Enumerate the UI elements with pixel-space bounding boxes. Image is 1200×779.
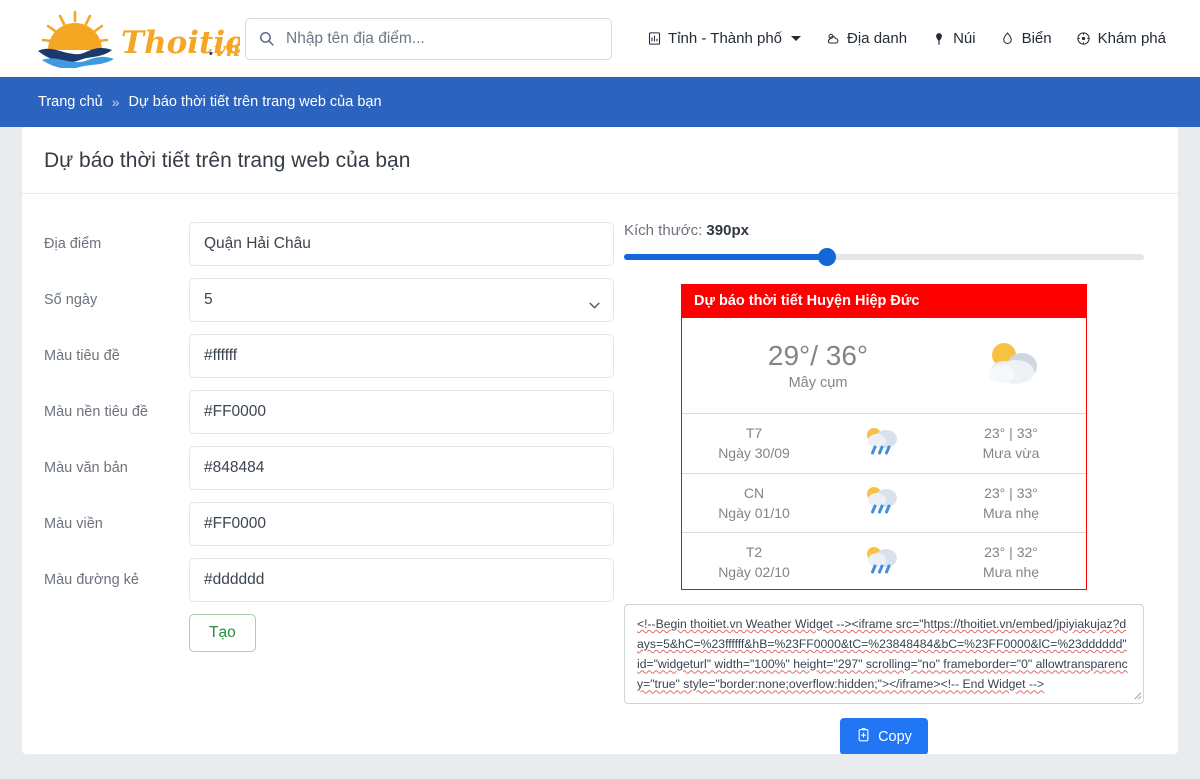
page-title: Dự báo thời tiết trên trang web của bạn (44, 149, 411, 172)
size-slider[interactable] (624, 248, 1144, 266)
nav-label: Khám phá (1097, 30, 1166, 47)
label-line-color: Màu đường kẻ (44, 572, 139, 588)
field-row-title-bg-color: Màu nền tiêu đề (44, 390, 614, 434)
widget-title: Dự báo thời tiết Huyện Hiệp Đức (682, 284, 1086, 318)
forecast-weekday: CN (743, 484, 765, 501)
slider-thumb[interactable] (817, 248, 836, 266)
card-header: Dự báo thời tiết trên trang web của bạn (22, 127, 1178, 194)
site-logo[interactable]: Thoitiet . vn (28, 9, 240, 69)
sun-behind-cloud-icon (989, 343, 1037, 384)
text-color-input[interactable] (189, 446, 614, 490)
nav-label: Tỉnh - Thành phố (668, 30, 783, 47)
label-border-color: Màu viền (44, 516, 103, 532)
copy-button[interactable]: Copy (840, 718, 928, 754)
label-title-bg-color: Màu nền tiêu đề (44, 404, 148, 420)
field-row-days: Số ngày (44, 278, 614, 322)
main-navigation: Tỉnh - Thành phố Địa danh Núi Biển Khám … (634, 19, 1178, 59)
field-row-title-color: Màu tiêu đề (44, 334, 614, 378)
content-card: Dự báo thời tiết trên trang web của bạn … (22, 127, 1178, 754)
nav-label: Biển (1021, 30, 1052, 47)
forecast-row: CN Ngày 01/10 23° | 33° Mưa nhẹ (682, 474, 1086, 534)
search-box[interactable] (245, 17, 612, 60)
forecast-icon-wrap (826, 424, 936, 463)
thoitiet-logo-icon: Thoitiet . vn (38, 10, 240, 68)
compass-icon (1076, 31, 1092, 47)
widget-forecast-list: T7 Ngày 30/09 23° | 33° Mưa vừa CN Ngày … (682, 414, 1086, 589)
title-bg-color-input[interactable] (189, 390, 614, 434)
card-body: Địa điểm Số ngày Màu tiêu đề (22, 194, 1178, 754)
forecast-desc: Mưa nhẹ (982, 564, 1040, 581)
nav-item-landmarks[interactable]: Địa danh (813, 19, 919, 59)
forecast-row: T2 Ngày 02/10 23° | 32° Mưa nhẹ (682, 533, 1086, 589)
sun-cloud-rain-icon (867, 487, 897, 514)
size-value: 390px (706, 222, 749, 239)
title-color-input[interactable] (189, 334, 614, 378)
nav-item-explore[interactable]: Khám phá (1064, 19, 1178, 59)
border-color-input[interactable] (189, 502, 614, 546)
breadcrumb: Trang chủ » Dự báo thời tiết trên trang … (0, 77, 1200, 127)
days-select[interactable] (189, 278, 614, 322)
water-drop-icon (1000, 31, 1016, 47)
weather-widget-preview: Dự báo thời tiết Huyện Hiệp Đức 29°/ 36°… (681, 284, 1087, 590)
cloud-sun-icon (825, 31, 841, 47)
location-input[interactable] (189, 222, 614, 266)
label-location: Địa điểm (44, 236, 102, 252)
nav-item-provinces[interactable]: Tỉnh - Thành phố (634, 19, 813, 59)
embed-code-textarea[interactable]: <!--Begin thoitiet.vn Weather Widget -->… (624, 604, 1144, 704)
nav-item-sea[interactable]: Biển (988, 19, 1064, 59)
forecast-desc: Mưa nhẹ (982, 504, 1040, 521)
sun-cloud-rain-icon (867, 546, 897, 574)
forecast-icon-wrap (826, 543, 936, 582)
top-header-bar: Thoitiet . vn Tỉnh - Thành phố (0, 0, 1200, 77)
current-description: Mây cụm (788, 375, 848, 391)
current-temperature: 29°/ 36° (767, 340, 869, 371)
widget-settings-form: Địa điểm Số ngày Màu tiêu đề (22, 222, 614, 754)
search-icon (258, 30, 275, 47)
copy-button-row: Copy (624, 718, 1144, 754)
chevron-down-icon (791, 36, 802, 41)
forecast-icon-wrap (826, 483, 936, 522)
chart-board-icon (646, 31, 662, 47)
forecast-weekday: T7 (745, 425, 763, 441)
page-wrapper: Dự báo thời tiết trên trang web của bạn … (0, 127, 1200, 779)
label-title-color: Màu tiêu đề (44, 348, 120, 364)
textarea-resize-handle[interactable] (1131, 687, 1142, 700)
field-row-text-color: Màu văn bản (44, 446, 614, 490)
breadcrumb-separator: » (111, 94, 120, 110)
nav-item-mountain[interactable]: Núi (919, 19, 988, 59)
clipboard-icon (856, 727, 871, 746)
field-row-location: Địa điểm (44, 222, 614, 266)
field-row-line-color: Màu đường kẻ (44, 558, 614, 602)
svg-text:vn: vn (214, 37, 240, 61)
forecast-weekday: T2 (745, 544, 763, 561)
nav-label: Địa danh (847, 30, 908, 47)
sun-cloud-rain-icon (867, 427, 897, 455)
slider-fill (624, 254, 827, 260)
forecast-temps: 23° | 33° (984, 484, 1038, 501)
forecast-date: Ngày 30/09 (718, 445, 790, 462)
create-widget-button[interactable]: Tạo (189, 614, 256, 652)
current-weather-icon-wrap (936, 336, 1086, 393)
forecast-desc: Mưa vừa (982, 445, 1040, 462)
field-row-border-color: Màu viền (44, 502, 614, 546)
forecast-row: T7 Ngày 30/09 23° | 33° Mưa vừa (682, 414, 1086, 474)
label-days: Số ngày (44, 292, 98, 308)
size-label-prefix: Kích thước: (624, 222, 703, 239)
label-text-color: Màu văn bản (44, 460, 128, 476)
search-input[interactable] (284, 28, 599, 49)
size-label: Kích thước: 390px (624, 222, 1144, 239)
copy-button-label: Copy (878, 728, 912, 745)
forecast-temps: 23° | 33° (984, 425, 1038, 441)
mountain-pin-icon (931, 31, 947, 47)
forecast-date: Ngày 01/10 (718, 504, 790, 521)
breadcrumb-current: Dự báo thời tiết trên trang web của bạn (128, 94, 382, 110)
forecast-temps: 23° | 32° (984, 544, 1038, 561)
line-color-input[interactable] (189, 558, 614, 602)
widget-current-weather: 29°/ 36° Mây cụm (682, 318, 1086, 414)
create-button-row: Tạo (44, 614, 614, 652)
breadcrumb-home-link[interactable]: Trang chủ (38, 94, 103, 110)
forecast-date: Ngày 02/10 (718, 564, 790, 581)
nav-label: Núi (953, 30, 976, 47)
widget-preview-panel: Kích thước: 390px Dự báo thời tiết Huyện… (614, 222, 1178, 754)
